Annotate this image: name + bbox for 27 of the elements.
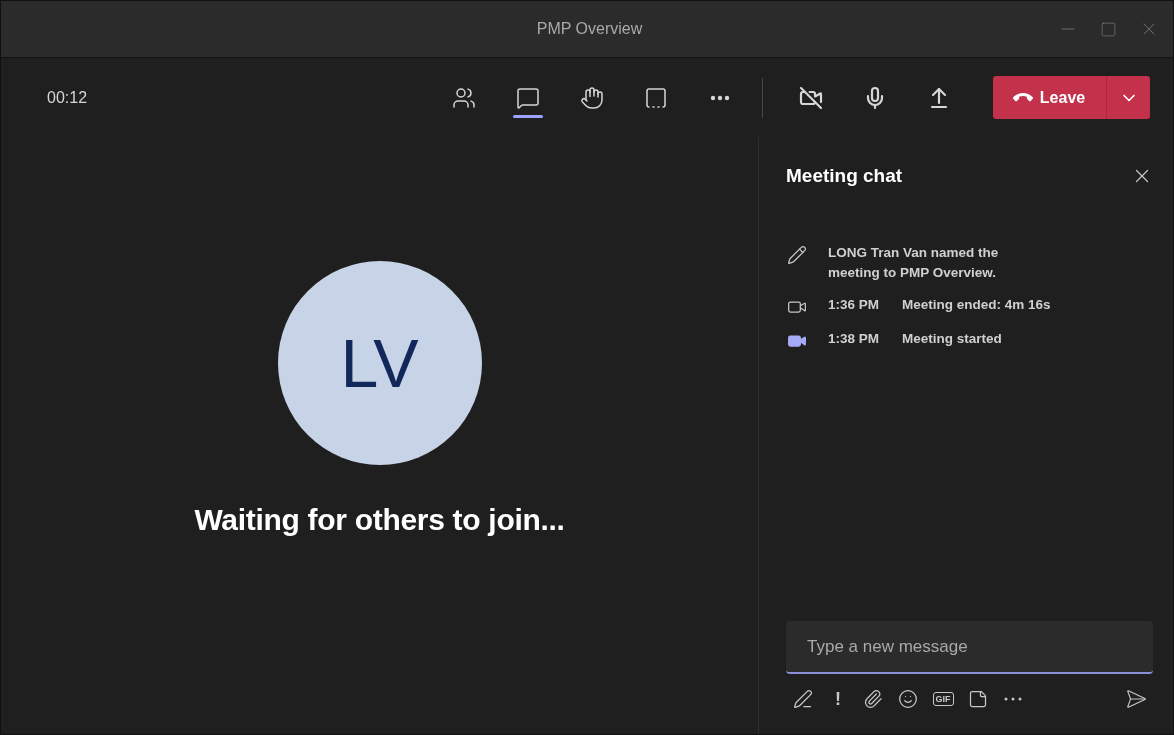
send-button[interactable] bbox=[1125, 688, 1147, 710]
more-icon bbox=[710, 94, 730, 101]
gif-button[interactable]: GIF bbox=[932, 692, 954, 706]
important-button[interactable]: ! bbox=[827, 688, 849, 710]
pencil-icon bbox=[787, 245, 807, 265]
camera-off-icon bbox=[799, 85, 823, 110]
rooms-icon bbox=[644, 85, 668, 110]
chat-icon bbox=[516, 85, 540, 110]
emoji-button[interactable] bbox=[897, 689, 919, 709]
event-message: Meeting started bbox=[902, 330, 1003, 348]
waiting-message: Waiting for others to join... bbox=[194, 503, 565, 537]
more-button[interactable] bbox=[1002, 697, 1024, 701]
attach-button[interactable] bbox=[862, 689, 884, 709]
event-time: 1:38 PM bbox=[828, 330, 881, 348]
event-message: Meeting ended: 4m 16s bbox=[902, 296, 1052, 314]
event-message: LONG Tran Van named the meeting to PMP Overview. bbox=[828, 244, 1000, 282]
call-timer: 00:12 bbox=[47, 88, 89, 107]
window-title: PMP Overview bbox=[535, 20, 644, 38]
event-time: 1:36 PM bbox=[828, 296, 881, 314]
avatar: LV bbox=[277, 261, 482, 465]
sticker-button[interactable] bbox=[967, 689, 989, 709]
hand-icon bbox=[580, 85, 604, 110]
format-button[interactable] bbox=[792, 689, 814, 709]
leave-button[interactable]: Leave bbox=[993, 76, 1150, 119]
message-field[interactable]: Type a new message bbox=[786, 621, 1153, 674]
chat-title: Meeting chat bbox=[786, 165, 903, 187]
people-icon bbox=[452, 85, 476, 110]
